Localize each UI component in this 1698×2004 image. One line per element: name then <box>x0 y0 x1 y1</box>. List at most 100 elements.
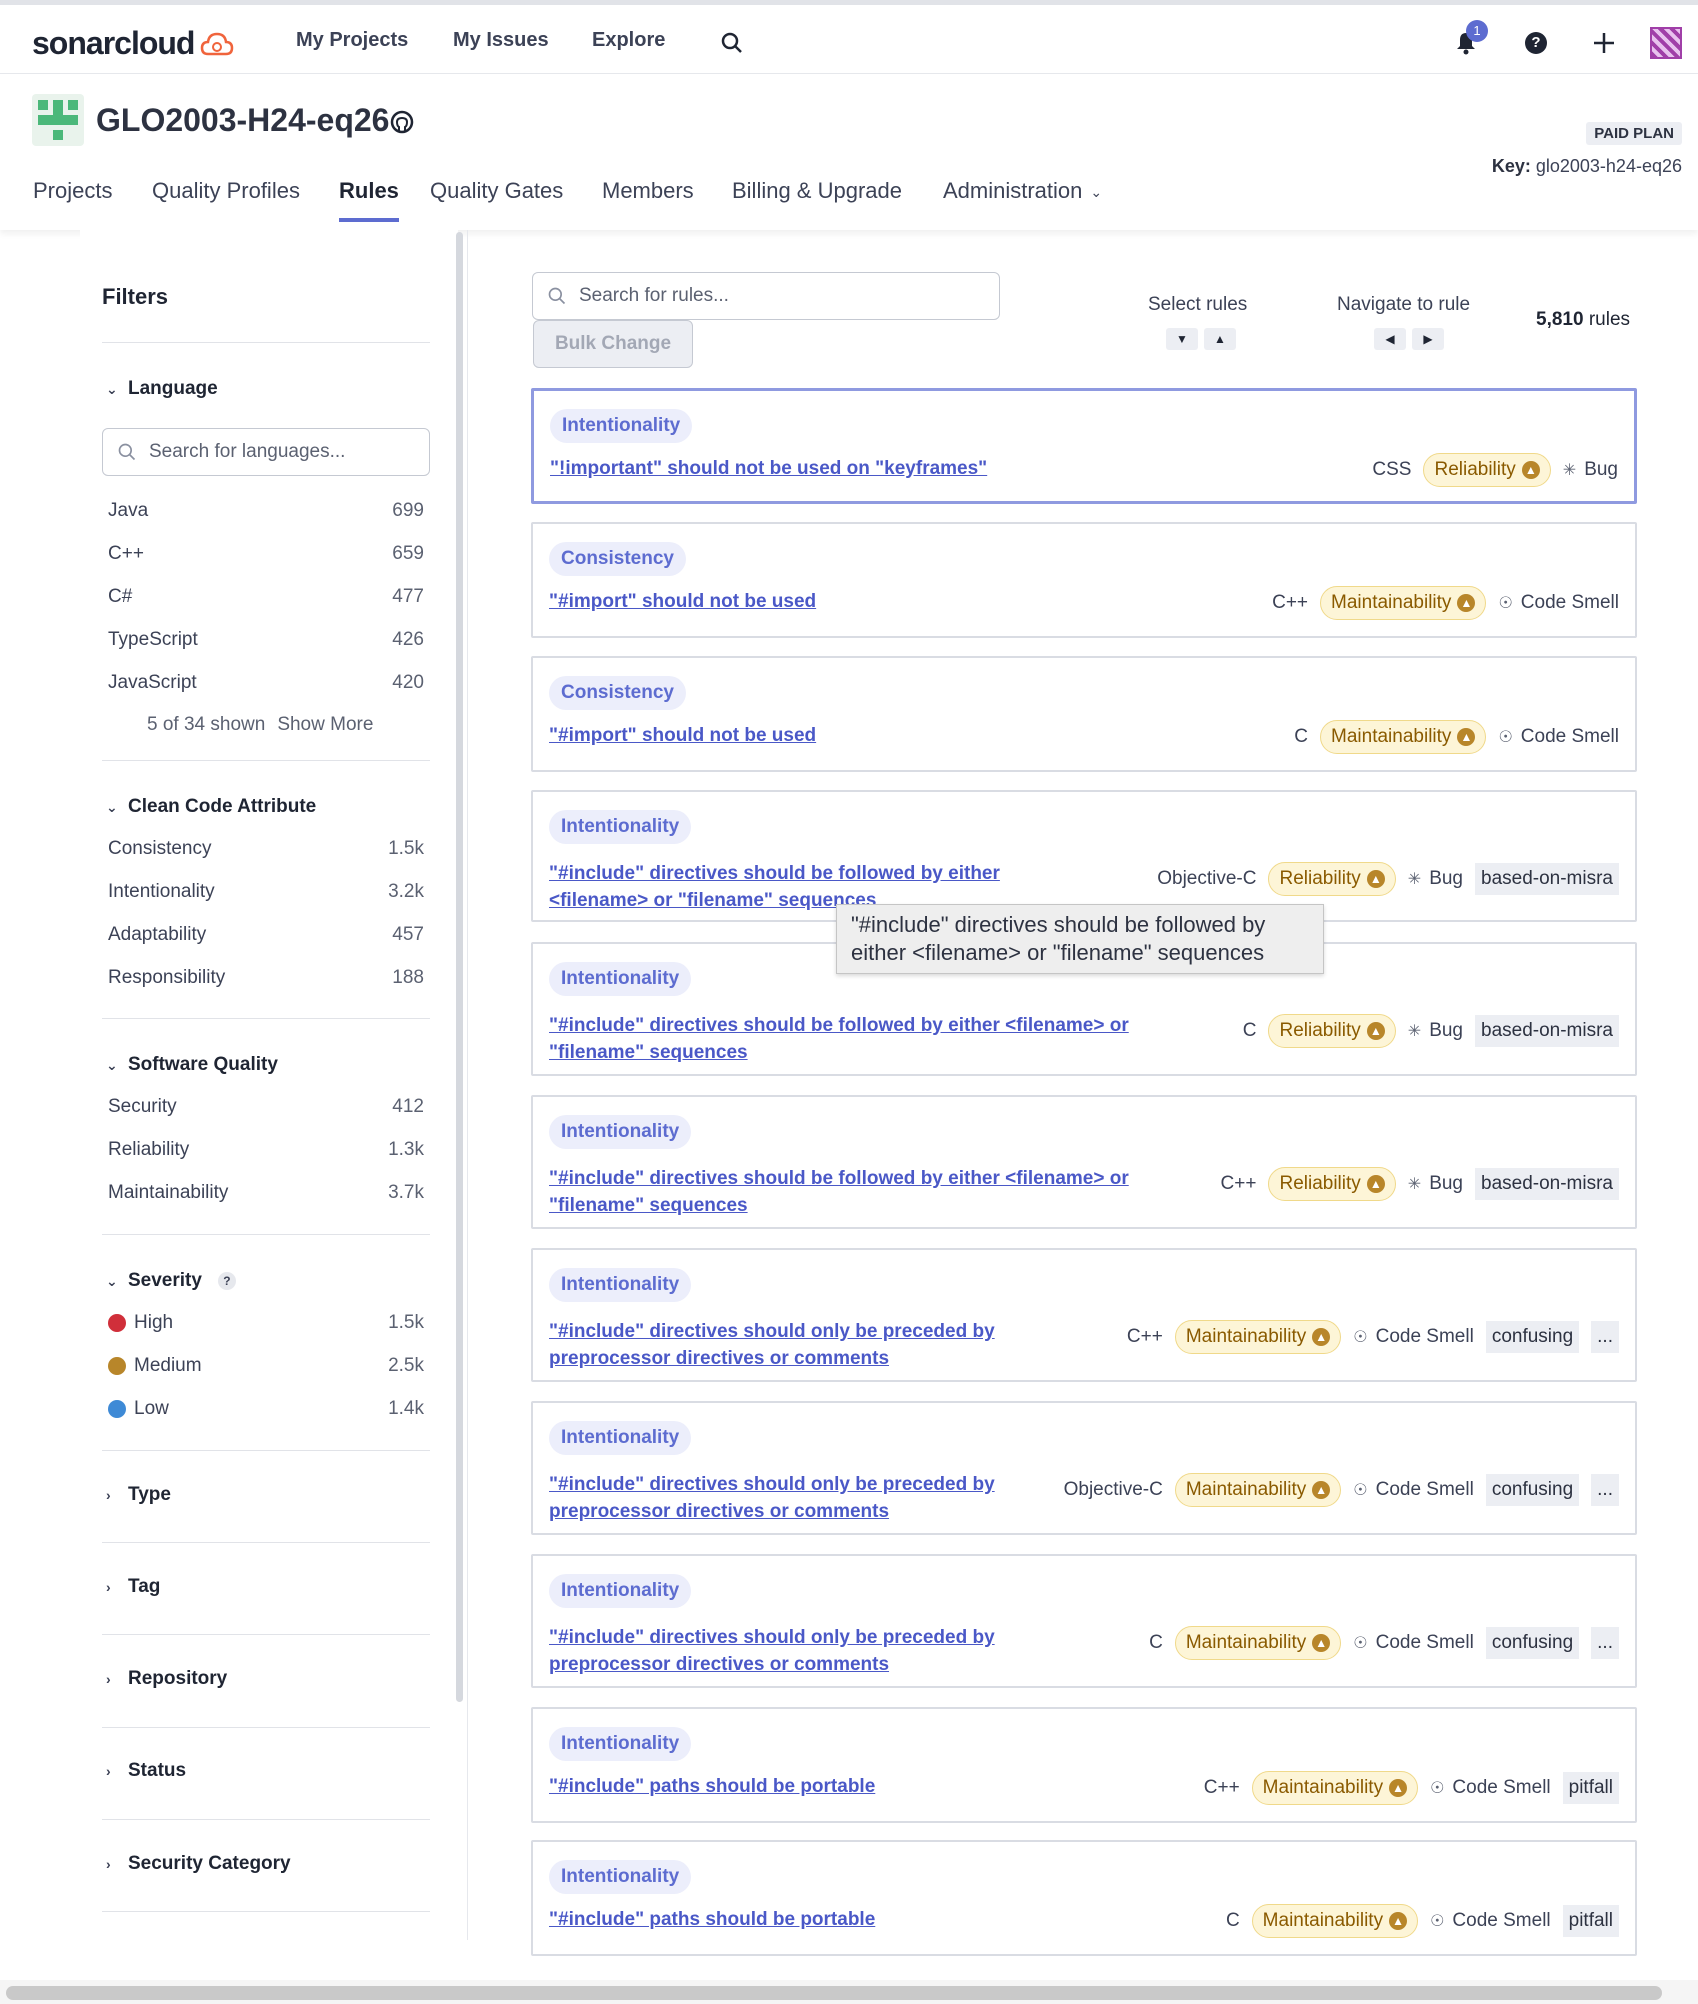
rule-card[interactable]: Intentionality "!important" should not be… <box>531 388 1637 504</box>
rules-search[interactable] <box>532 272 1000 320</box>
nav-explore[interactable]: Explore <box>592 29 665 52</box>
navigate-right-key[interactable]: ▶ <box>1412 328 1444 350</box>
tab-administration[interactable]: Administration ⌄ <box>943 178 1102 218</box>
software-quality-badge: Reliability ▲ <box>1423 453 1551 487</box>
filters-title: Filters <box>102 284 169 309</box>
rule-title-link[interactable]: "#include" directives should be followed… <box>549 1165 1129 1219</box>
facet-item-consistency[interactable]: Consistency 1.5k <box>108 838 424 860</box>
facet-item-java[interactable]: Java 699 <box>108 500 424 522</box>
nav-my-issues[interactable]: My Issues <box>453 29 549 52</box>
show-more-link[interactable]: Show More <box>277 714 373 736</box>
help-icon[interactable]: ? <box>217 1272 236 1290</box>
facet-item-medium[interactable]: Medium 2.5k <box>108 1355 424 1377</box>
rule-title-link[interactable]: "#include" directives should only be pre… <box>549 1471 995 1525</box>
tab-rules[interactable]: Rules <box>339 178 399 222</box>
rule-card[interactable]: Intentionality "#include" paths should be… <box>531 1840 1637 1956</box>
facet-item-cpp[interactable]: C++ 659 <box>108 543 424 565</box>
tab-quality-profiles[interactable]: Quality Profiles <box>152 178 300 218</box>
rule-title-link[interactable]: "#include" paths should be portable <box>549 1773 875 1800</box>
rule-type-label: Code Smell <box>1375 1479 1474 1500</box>
language-search-input[interactable] <box>149 441 399 463</box>
notifications-bell-icon[interactable]: 1 <box>1450 20 1488 59</box>
facet-item-security[interactable]: Security 412 <box>108 1096 424 1118</box>
rule-language: C++ <box>1272 592 1309 613</box>
rule-card[interactable]: Intentionality "#include" paths should be… <box>531 1707 1637 1823</box>
sidebar-scrollbar[interactable] <box>456 232 463 1702</box>
facet-item-reliability[interactable]: Reliability 1.3k <box>108 1139 424 1161</box>
search-icon <box>548 287 566 305</box>
bug-icon: ✳ <box>1562 462 1577 479</box>
horizontal-scrollbar[interactable] <box>0 1980 1698 2004</box>
facet-security-category-header[interactable]: › Security Category <box>106 1853 291 1875</box>
facet-item-intentionality[interactable]: Intentionality 3.2k <box>108 881 424 903</box>
help-icon[interactable]: ? <box>1520 27 1552 59</box>
bug-icon: ✳ <box>1407 1176 1422 1193</box>
rule-card[interactable]: Intentionality "#include" directives shou… <box>531 790 1637 922</box>
more-tags-button[interactable]: ... <box>1591 1474 1619 1506</box>
facet-clean-code-header[interactable]: ⌄ Clean Code Attribute <box>106 796 316 818</box>
tab-billing-upgrade[interactable]: Billing & Upgrade <box>732 178 902 218</box>
rule-title-link[interactable]: "#include" directives should only be pre… <box>549 1624 995 1678</box>
rule-title-link[interactable]: "#import" should not be used <box>549 722 816 749</box>
select-down-key[interactable]: ▼ <box>1166 328 1198 350</box>
facet-status-header[interactable]: › Status <box>106 1760 186 1782</box>
user-avatar[interactable] <box>1650 27 1682 59</box>
rule-type-label: Code Smell <box>1520 592 1619 613</box>
select-up-key[interactable]: ▲ <box>1204 328 1236 350</box>
rule-title-line: "filename" sequences <box>549 1195 748 1216</box>
software-quality-badge: Maintainability ▲ <box>1320 586 1487 620</box>
rule-title-link[interactable]: "#include" paths should be portable <box>549 1906 875 1933</box>
more-tags-button[interactable]: ... <box>1591 1627 1619 1659</box>
tab-projects[interactable]: Projects <box>33 178 112 218</box>
tab-members[interactable]: Members <box>602 178 694 218</box>
language-search[interactable] <box>102 428 430 476</box>
facet-item-maintainability[interactable]: Maintainability 3.7k <box>108 1182 424 1204</box>
nav-my-projects[interactable]: My Projects <box>296 29 408 52</box>
github-icon[interactable] <box>390 110 414 134</box>
facet-item-typescript[interactable]: TypeScript 426 <box>108 629 424 651</box>
facet-item-csharp[interactable]: C# 477 <box>108 586 424 608</box>
software-quality-badge: Maintainability ▲ <box>1174 1473 1342 1507</box>
rule-type-label: Bug <box>1429 868 1463 889</box>
rule-title-link[interactable]: "#include" directives should only be pre… <box>549 1318 995 1372</box>
search-icon[interactable] <box>716 27 748 59</box>
facet-language-header[interactable]: ⌄ Language <box>106 378 218 400</box>
facet-software-quality-header[interactable]: ⌄ Software Quality <box>106 1054 278 1076</box>
rule-title-link[interactable]: "!important" should not be used on "keyf… <box>550 455 987 482</box>
scrollbar-thumb[interactable] <box>6 1986 1662 2000</box>
rule-type: ☉ Code Smell <box>1353 1632 1474 1654</box>
facet-type-header[interactable]: › Type <box>106 1484 171 1506</box>
plus-icon[interactable] <box>1588 27 1620 59</box>
facet-repository-header[interactable]: › Repository <box>106 1668 227 1690</box>
rule-card[interactable]: Intentionality "#include" directives shou… <box>531 1095 1637 1229</box>
code-smell-icon: ☉ <box>1430 1913 1445 1930</box>
more-tags-button[interactable]: ... <box>1591 1321 1619 1353</box>
rule-card[interactable]: Consistency "#import" should not be used C… <box>531 522 1637 638</box>
chevron-right-icon: › <box>106 1856 111 1872</box>
rule-card[interactable]: Intentionality "#include" directives shou… <box>531 1401 1637 1535</box>
medium-severity-icon: ▲ <box>1366 1022 1385 1040</box>
navigate-left-key[interactable]: ◀ <box>1374 328 1406 350</box>
rule-title-line: preprocessor directives or comments <box>549 1654 890 1675</box>
rule-meta: C++ Maintainability ▲ ☉ Code Smell confusing.… <box>1127 1320 1619 1354</box>
rules-search-input[interactable] <box>579 285 969 307</box>
facet-item-high[interactable]: High 1.5k <box>108 1312 424 1334</box>
rule-card[interactable]: Intentionality "#include" directives shou… <box>531 1248 1637 1382</box>
rule-meta: CSS Reliability ▲ ✳ Bug <box>1372 453 1618 487</box>
facet-item-javascript[interactable]: JavaScript 420 <box>108 672 424 694</box>
tab-quality-gates[interactable]: Quality Gates <box>430 178 563 218</box>
facet-severity-header[interactable]: ⌄ Severity? <box>106 1270 236 1292</box>
bulk-change-button[interactable]: Bulk Change <box>533 320 693 368</box>
rule-card[interactable]: Intentionality "#include" directives shou… <box>531 1554 1637 1688</box>
facet-tag-header[interactable]: › Tag <box>106 1576 160 1598</box>
rule-title-link[interactable]: "#import" should not be used <box>549 588 816 615</box>
rule-card[interactable]: Consistency "#import" should not be used C… <box>531 656 1637 772</box>
code-smell-icon: ☉ <box>1353 1635 1368 1652</box>
sonarcloud-logo[interactable]: sonarcloud <box>32 25 234 62</box>
rule-title-link[interactable]: "#include" directives should be followed… <box>549 1012 1129 1066</box>
software-quality-badge: Reliability ▲ <box>1268 862 1396 896</box>
facet-item-low[interactable]: Low 1.4k <box>108 1398 424 1420</box>
clean-code-attribute-badge: Intentionality <box>549 962 692 996</box>
facet-item-responsibility[interactable]: Responsibility 188 <box>108 967 424 989</box>
facet-item-adaptability[interactable]: Adaptability 457 <box>108 924 424 946</box>
